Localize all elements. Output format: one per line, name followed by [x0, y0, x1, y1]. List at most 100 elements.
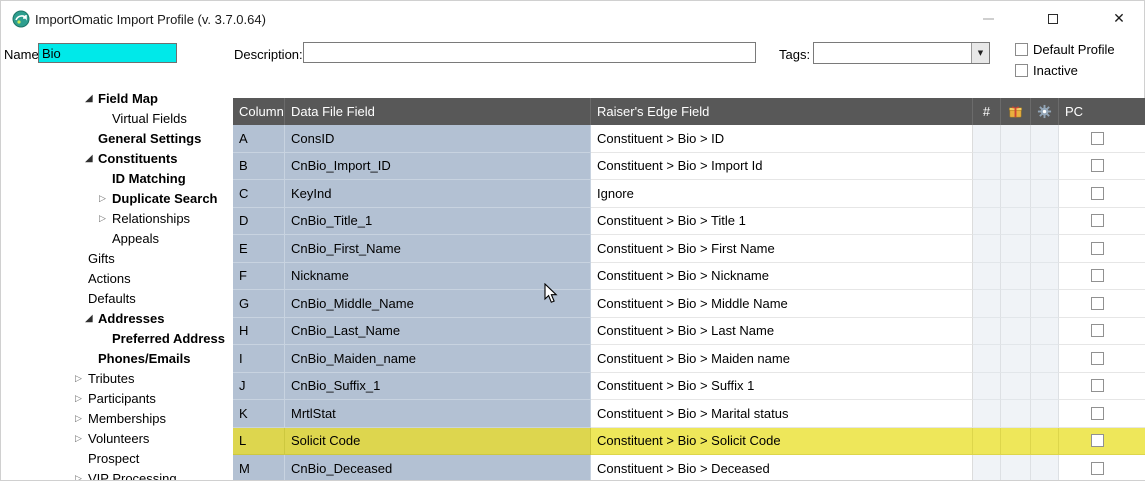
pc-checkbox[interactable] — [1091, 324, 1104, 338]
table-row-I[interactable]: I CnBio_Maiden_name Constituent > Bio > Ma… — [233, 345, 1145, 373]
table-row-E[interactable]: E CnBio_First_Name Constituent > Bio > Fir… — [233, 235, 1145, 263]
sidebar-item-prospect[interactable]: Prospect — [1, 449, 233, 469]
collapse-icon[interactable]: ◢ — [85, 149, 98, 169]
pc-checkbox[interactable] — [1091, 159, 1104, 173]
row-raisers-edge-field[interactable]: Constituent > Bio > ID — [591, 125, 973, 153]
row-data-file-field[interactable]: CnBio_First_Name — [285, 235, 591, 263]
row-data-file-field[interactable]: Solicit Code — [285, 427, 591, 455]
row-data-file-field[interactable]: CnBio_Last_Name — [285, 317, 591, 345]
row-data-file-field[interactable]: CnBio_Title_1 — [285, 207, 591, 235]
row-data-file-field[interactable]: CnBio_Deceased — [285, 455, 591, 480]
table-row-C[interactable]: C KeyInd Ignore — [233, 180, 1145, 208]
pc-checkbox[interactable] — [1091, 241, 1104, 255]
table-row-F[interactable]: F Nickname Constituent > Bio > Nickname — [233, 262, 1145, 290]
maximize-button[interactable] — [1038, 7, 1068, 31]
sidebar-item-addresses[interactable]: ◢ Addresses — [1, 309, 233, 329]
pc-checkbox[interactable] — [1091, 186, 1104, 200]
table-row-M[interactable]: M CnBio_Deceased Constituent > Bio > Decea… — [233, 455, 1145, 480]
row-raisers-edge-field[interactable]: Constituent > Bio > Last Name — [591, 317, 973, 345]
table-row-K[interactable]: K MrtlStat Constituent > Bio > Marital sta… — [233, 400, 1145, 428]
minimize-button[interactable] — [973, 7, 1003, 31]
sidebar-item-volunteers[interactable]: ▷ Volunteers — [1, 429, 233, 449]
expand-icon[interactable]: ▷ — [99, 189, 112, 209]
row-raisers-edge-field[interactable]: Constituent > Bio > Middle Name — [591, 290, 973, 318]
row-raisers-edge-field[interactable]: Constituent > Bio > Import Id — [591, 152, 973, 180]
row-column-letter: I — [233, 345, 285, 373]
row-gear-cell — [1031, 345, 1059, 373]
expand-icon[interactable]: ▷ — [99, 209, 112, 229]
sidebar-item-general-settings[interactable]: General Settings — [1, 129, 233, 149]
pc-checkbox[interactable] — [1091, 379, 1104, 393]
row-raisers-edge-field[interactable]: Constituent > Bio > First Name — [591, 235, 973, 263]
sidebar-item-appeals[interactable]: Appeals — [1, 229, 233, 249]
row-raisers-edge-field[interactable]: Constituent > Bio > Maiden name — [591, 345, 973, 373]
sidebar-item-memberships[interactable]: ▷ Memberships — [1, 409, 233, 429]
sidebar-item-gifts[interactable]: Gifts — [1, 249, 233, 269]
sidebar-item-constituents[interactable]: ◢ Constituents — [1, 149, 233, 169]
row-data-file-field[interactable]: KeyInd — [285, 180, 591, 208]
expand-icon[interactable]: ▷ — [75, 429, 88, 449]
row-data-file-field[interactable]: CnBio_Middle_Name — [285, 290, 591, 318]
table-row-B[interactable]: B CnBio_Import_ID Constituent > Bio > Impo… — [233, 152, 1145, 180]
default-profile-checkbox[interactable] — [1015, 43, 1028, 56]
sidebar-item-participants[interactable]: ▷ Participants — [1, 389, 233, 409]
row-raisers-edge-field[interactable]: Constituent > Bio > Title 1 — [591, 207, 973, 235]
row-data-file-field[interactable]: CnBio_Suffix_1 — [285, 372, 591, 400]
sidebar-item-phones-emails[interactable]: Phones/Emails — [1, 349, 233, 369]
collapse-icon[interactable]: ◢ — [85, 309, 98, 329]
sidebar-item-defaults[interactable]: Defaults — [1, 289, 233, 309]
row-pc-cell — [1059, 180, 1145, 208]
row-data-file-field[interactable]: ConsID — [285, 125, 591, 153]
tags-dropdown[interactable]: ▼ — [813, 42, 990, 64]
pc-checkbox[interactable] — [1091, 269, 1104, 283]
expand-icon[interactable]: ▷ — [75, 409, 88, 429]
row-raisers-edge-field[interactable]: Ignore — [591, 180, 973, 208]
pc-checkbox[interactable] — [1091, 214, 1104, 228]
inactive-checkbox[interactable] — [1015, 64, 1028, 77]
table-row-H[interactable]: H CnBio_Last_Name Constituent > Bio > Last… — [233, 317, 1145, 345]
sidebar-item-actions[interactable]: Actions — [1, 269, 233, 289]
row-raisers-edge-field[interactable]: Constituent > Bio > Solicit Code — [591, 427, 973, 455]
pc-checkbox[interactable] — [1091, 461, 1104, 475]
pc-checkbox[interactable] — [1091, 131, 1104, 145]
table-row-G[interactable]: G CnBio_Middle_Name Constituent > Bio > Mi… — [233, 290, 1145, 318]
row-raisers-edge-field[interactable]: Constituent > Bio > Marital status — [591, 400, 973, 428]
table-row-A[interactable]: A ConsID Constituent > Bio > ID — [233, 125, 1145, 153]
row-data-file-field[interactable]: CnBio_Maiden_name — [285, 345, 591, 373]
sidebar-item-id-matching[interactable]: ID Matching — [1, 169, 233, 189]
row-raisers-edge-field[interactable]: Constituent > Bio > Deceased — [591, 455, 973, 480]
name-input[interactable] — [38, 43, 177, 63]
sidebar-item-tributes[interactable]: ▷ Tributes — [1, 369, 233, 389]
sidebar-item-field-map[interactable]: ◢ Field Map — [1, 89, 233, 109]
minimize-icon — [982, 18, 994, 20]
sidebar-item-preferred-address[interactable]: Preferred Address — [1, 329, 233, 349]
close-button[interactable]: ✕ — [1104, 7, 1134, 31]
pc-checkbox[interactable] — [1091, 351, 1104, 365]
sidebar-item-virtual-fields[interactable]: Virtual Fields — [1, 109, 233, 129]
collapse-icon[interactable]: ◢ — [85, 89, 98, 109]
table-row-D[interactable]: D CnBio_Title_1 Constituent > Bio > Title … — [233, 207, 1145, 235]
row-pc-cell — [1059, 152, 1145, 180]
row-data-file-field[interactable]: MrtlStat — [285, 400, 591, 428]
sidebar-item-duplicate-search[interactable]: ▷ Duplicate Search — [1, 189, 233, 209]
row-data-file-field[interactable]: Nickname — [285, 262, 591, 290]
expand-icon[interactable]: ▷ — [75, 469, 88, 480]
pc-checkbox[interactable] — [1091, 434, 1104, 448]
sidebar-item-relationships[interactable]: ▷ Relationships — [1, 209, 233, 229]
table-row-J[interactable]: J CnBio_Suffix_1 Constituent > Bio > Suffi… — [233, 372, 1145, 400]
row-gear-cell — [1031, 290, 1059, 318]
row-raisers-edge-field[interactable]: Constituent > Bio > Nickname — [591, 262, 973, 290]
row-raisers-edge-field[interactable]: Constituent > Bio > Suffix 1 — [591, 372, 973, 400]
chevron-down-icon[interactable]: ▼ — [971, 43, 989, 63]
table-row-L[interactable]: L Solicit Code Constituent > Bio > Solicit… — [233, 427, 1145, 455]
expand-icon[interactable]: ▷ — [75, 389, 88, 409]
pc-checkbox[interactable] — [1091, 406, 1104, 420]
sidebar-item-vip-processing[interactable]: ▷ VIP Processing — [1, 469, 233, 480]
row-data-file-field[interactable]: CnBio_Import_ID — [285, 152, 591, 180]
sidebar-item-label: Participants — [88, 391, 156, 406]
description-input[interactable] — [303, 42, 756, 63]
row-column-letter: C — [233, 180, 285, 208]
name-label: Name: — [4, 47, 43, 62]
expand-icon[interactable]: ▷ — [75, 369, 88, 389]
pc-checkbox[interactable] — [1091, 296, 1104, 310]
